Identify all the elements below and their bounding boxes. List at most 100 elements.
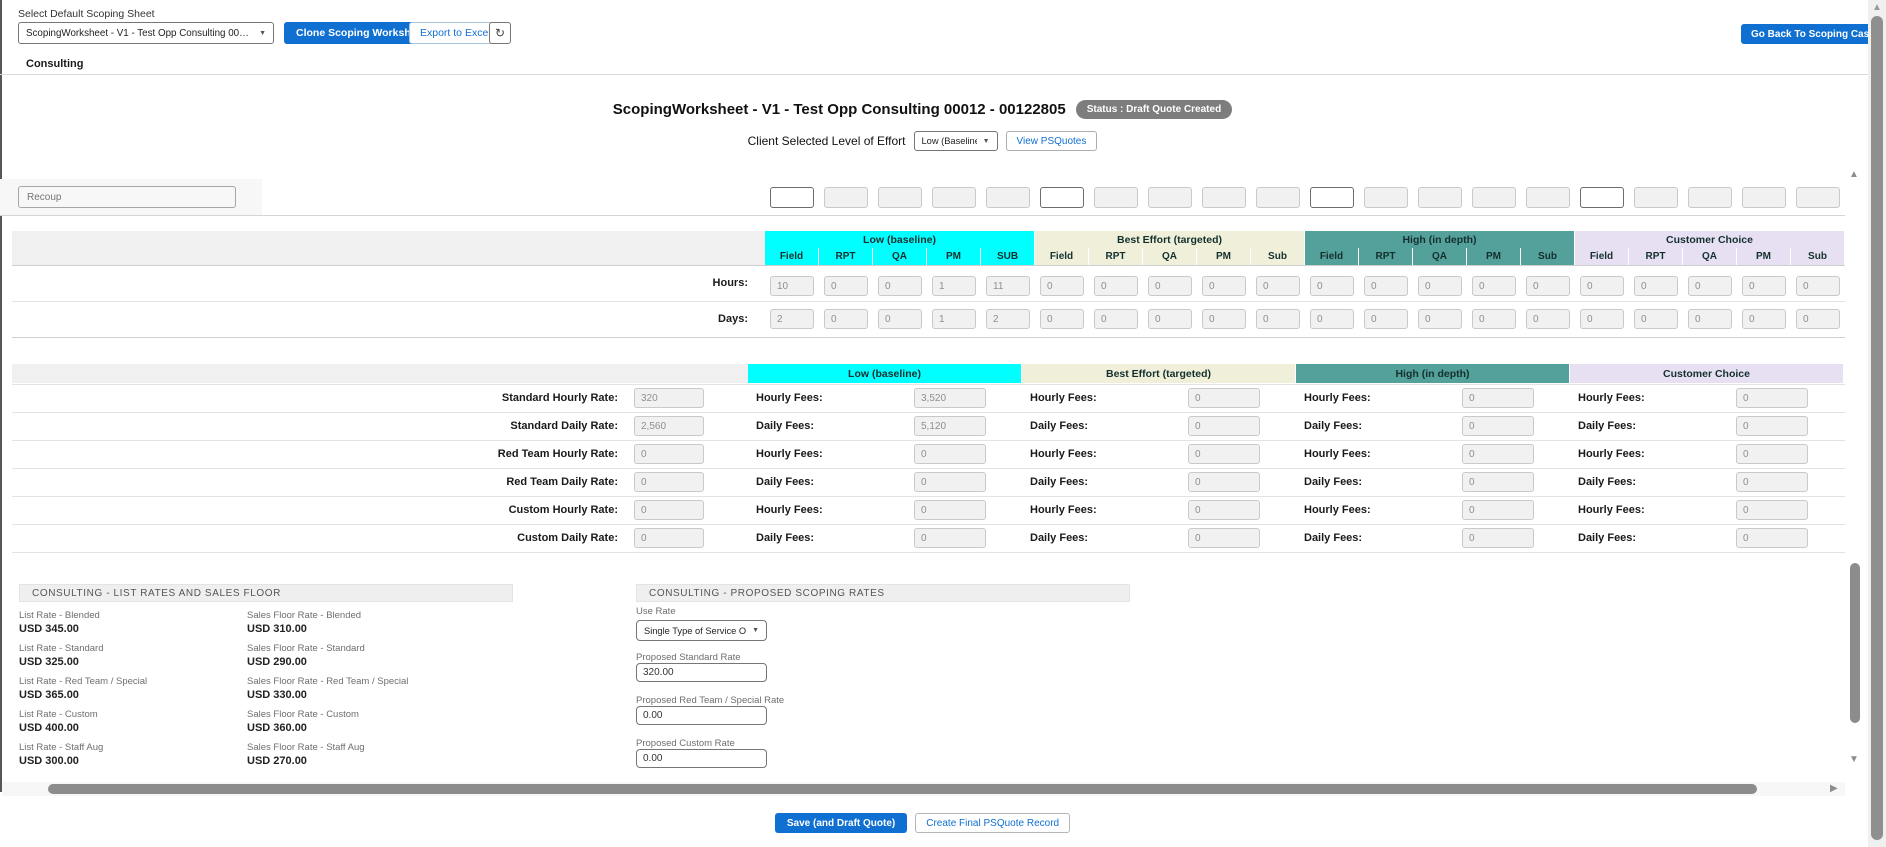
fee-input[interactable] <box>1188 528 1260 548</box>
rate-input[interactable] <box>634 472 704 492</box>
quick-entry-input-5[interactable] <box>986 187 1030 208</box>
inner-vertical-scrollbar-thumb[interactable] <box>1850 563 1860 723</box>
horizontal-scrollbar-thumb[interactable] <box>48 784 1757 794</box>
days-input-13[interactable] <box>1418 309 1462 329</box>
hours-input-4[interactable] <box>932 276 976 296</box>
fee-input[interactable] <box>1736 528 1808 548</box>
hours-input-18[interactable] <box>1688 276 1732 296</box>
fee-input[interactable] <box>1188 416 1260 436</box>
hours-input-16[interactable] <box>1580 276 1624 296</box>
quick-entry-input-7[interactable] <box>1094 187 1138 208</box>
fee-input[interactable] <box>1736 388 1808 408</box>
days-input-17[interactable] <box>1634 309 1678 329</box>
proposed-rate-input[interactable] <box>636 663 767 682</box>
quick-entry-input-2[interactable] <box>824 187 868 208</box>
quick-entry-input-19[interactable] <box>1742 187 1786 208</box>
quick-entry-input-20[interactable] <box>1796 187 1840 208</box>
browser-scrollbar-thumb[interactable] <box>1871 16 1883 840</box>
fee-input[interactable] <box>1736 444 1808 464</box>
days-input-14[interactable] <box>1472 309 1516 329</box>
fee-input[interactable] <box>1462 500 1534 520</box>
rate-input[interactable] <box>634 444 704 464</box>
days-input-16[interactable] <box>1580 309 1624 329</box>
hours-input-12[interactable] <box>1364 276 1408 296</box>
days-input-7[interactable] <box>1094 309 1138 329</box>
hours-input-10[interactable] <box>1256 276 1300 296</box>
fee-input[interactable] <box>1188 388 1260 408</box>
quick-entry-input-12[interactable] <box>1364 187 1408 208</box>
hours-input-5[interactable] <box>986 276 1030 296</box>
hours-input-19[interactable] <box>1742 276 1786 296</box>
quick-entry-input-10[interactable] <box>1256 187 1300 208</box>
scroll-right-arrow-icon[interactable]: ▶ <box>1830 784 1838 794</box>
fee-input[interactable] <box>914 444 986 464</box>
view-psquotes-button[interactable]: View PSQuotes <box>1005 131 1098 151</box>
days-input-10[interactable] <box>1256 309 1300 329</box>
use-rate-select[interactable]: Single Type of Service OR Split Ra... ▼ <box>636 620 767 641</box>
quick-entry-input-13[interactable] <box>1418 187 1462 208</box>
days-input-4[interactable] <box>932 309 976 329</box>
quick-entry-input-1[interactable] <box>770 187 814 208</box>
quick-entry-input-18[interactable] <box>1688 187 1732 208</box>
fee-input[interactable] <box>1188 500 1260 520</box>
hours-input-6[interactable] <box>1040 276 1084 296</box>
days-input-8[interactable] <box>1148 309 1192 329</box>
quick-entry-input-8[interactable] <box>1148 187 1192 208</box>
days-input-20[interactable] <box>1796 309 1840 329</box>
days-input-9[interactable] <box>1202 309 1246 329</box>
tab-consulting[interactable]: Consulting <box>26 58 83 70</box>
fee-input[interactable] <box>1188 444 1260 464</box>
hours-input-1[interactable] <box>770 276 814 296</box>
fee-input[interactable] <box>1462 416 1534 436</box>
hours-input-8[interactable] <box>1148 276 1192 296</box>
days-input-19[interactable] <box>1742 309 1786 329</box>
days-input-12[interactable] <box>1364 309 1408 329</box>
fee-input[interactable] <box>1462 528 1534 548</box>
fee-input[interactable] <box>914 388 986 408</box>
inner-scroll-up-arrow-icon[interactable]: ▲ <box>1849 170 1859 180</box>
fee-input[interactable] <box>914 472 986 492</box>
go-back-button[interactable]: Go Back To Scoping Case <box>1741 24 1885 44</box>
hours-input-11[interactable] <box>1310 276 1354 296</box>
days-input-2[interactable] <box>824 309 868 329</box>
fee-input[interactable] <box>1736 416 1808 436</box>
hours-input-7[interactable] <box>1094 276 1138 296</box>
rate-input[interactable] <box>634 500 704 520</box>
worksheet-select[interactable]: ScopingWorksheet - V1 - Test Opp Consult… <box>18 22 274 44</box>
hours-input-13[interactable] <box>1418 276 1462 296</box>
rate-input[interactable] <box>634 528 704 548</box>
quick-entry-input-14[interactable] <box>1472 187 1516 208</box>
quick-entry-input-9[interactable] <box>1202 187 1246 208</box>
fee-input[interactable] <box>914 500 986 520</box>
hours-input-9[interactable] <box>1202 276 1246 296</box>
quick-entry-input-11[interactable] <box>1310 187 1354 208</box>
quick-entry-input-3[interactable] <box>878 187 922 208</box>
quick-entry-input-6[interactable] <box>1040 187 1084 208</box>
days-input-5[interactable] <box>986 309 1030 329</box>
quick-entry-input-15[interactable] <box>1526 187 1570 208</box>
fee-input[interactable] <box>1462 444 1534 464</box>
rate-input[interactable] <box>634 388 704 408</box>
refresh-button[interactable]: ↻ <box>489 22 511 44</box>
fee-input[interactable] <box>1462 472 1534 492</box>
fee-input[interactable] <box>914 416 986 436</box>
fee-input[interactable] <box>914 528 986 548</box>
days-input-1[interactable] <box>770 309 814 329</box>
quick-entry-input-4[interactable] <box>932 187 976 208</box>
hours-input-20[interactable] <box>1796 276 1840 296</box>
days-input-15[interactable] <box>1526 309 1570 329</box>
hours-input-14[interactable] <box>1472 276 1516 296</box>
days-input-6[interactable] <box>1040 309 1084 329</box>
rate-input[interactable] <box>634 416 704 436</box>
export-to-excel-button[interactable]: Export to Excel <box>409 22 502 44</box>
fee-input[interactable] <box>1736 472 1808 492</box>
recoup-input[interactable] <box>18 186 236 208</box>
proposed-rate-input[interactable] <box>636 706 767 725</box>
fee-input[interactable] <box>1462 388 1534 408</box>
days-input-18[interactable] <box>1688 309 1732 329</box>
days-input-11[interactable] <box>1310 309 1354 329</box>
save-draft-quote-button[interactable]: Save (and Draft Quote) <box>774 813 908 833</box>
proposed-rate-input[interactable] <box>636 749 767 768</box>
loe-select[interactable]: Low (Baseline) ▼ <box>913 131 998 151</box>
hours-input-17[interactable] <box>1634 276 1678 296</box>
